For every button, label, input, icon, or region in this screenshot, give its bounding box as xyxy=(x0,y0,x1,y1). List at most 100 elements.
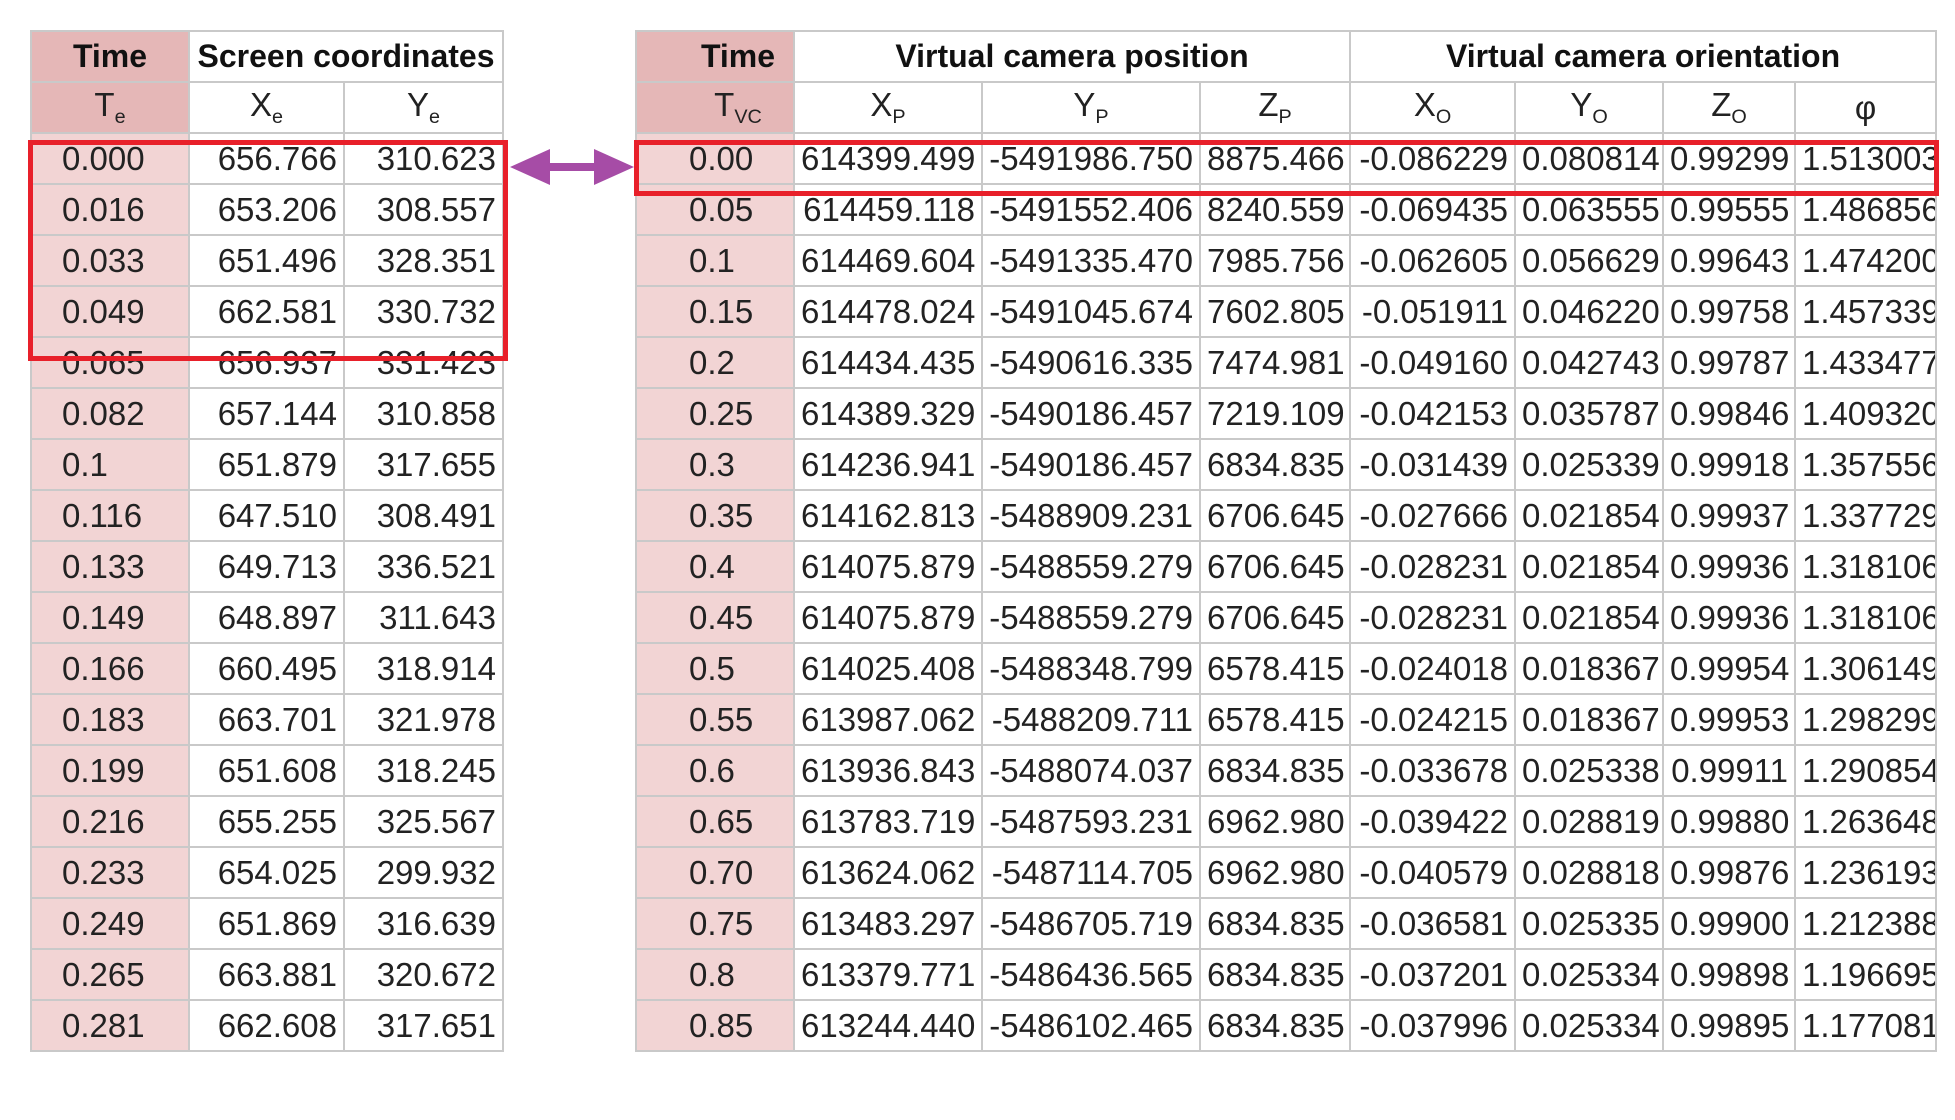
yp-cell: -5488559.279 xyxy=(981,540,1201,593)
yo-cell: 0.035787 xyxy=(1514,387,1665,440)
time-cell: 0.000 xyxy=(30,132,190,185)
yp-cell: -5491335.470 xyxy=(981,234,1201,287)
yo-cell: 0.080814 xyxy=(1514,132,1665,185)
time-cell: 0.1 xyxy=(635,234,795,287)
time-cell: 0.265 xyxy=(30,948,190,1001)
xo-cell: -0.049160 xyxy=(1349,336,1517,389)
yo-cell: 0.056629 xyxy=(1514,234,1665,287)
xp-cell: 614025.408 xyxy=(793,642,983,695)
x-cell: 651.496 xyxy=(188,234,345,287)
xo-cell: -0.062605 xyxy=(1349,234,1517,287)
phi-cell: 1.177081 xyxy=(1794,999,1938,1052)
xp-cell: 613936.843 xyxy=(793,744,983,797)
screen-table-symbol-row: Te Xe Ye xyxy=(30,81,504,134)
time-cell: 0.55 xyxy=(635,693,795,746)
camera-orientation-header: Virtual camera orientation xyxy=(1349,30,1938,83)
xo-cell: -0.042153 xyxy=(1349,387,1517,440)
time-header: Time xyxy=(30,30,190,83)
time-cell: 0.033 xyxy=(30,234,190,287)
yo-cell: 0.042743 xyxy=(1514,336,1665,389)
time-cell: 0.116 xyxy=(30,489,190,542)
time-cell: 0.3 xyxy=(635,438,795,491)
xp-cell: 614075.879 xyxy=(793,540,983,593)
x-symbol: Xe xyxy=(188,81,345,134)
xp-cell: 613379.771 xyxy=(793,948,983,1001)
camera-table-row: 0.3 614236.941 -5490186.457 6834.835 -0.0314… xyxy=(635,438,1938,491)
zo-cell: 0.99936 xyxy=(1662,540,1797,593)
camera-table-row: 0.85 613244.440 -5486102.465 6834.835 -0.037… xyxy=(635,999,1938,1052)
y-cell: 310.858 xyxy=(343,387,504,440)
y-cell: 317.651 xyxy=(343,999,504,1052)
xo-cell: -0.037996 xyxy=(1349,999,1517,1052)
xp-cell: 614469.604 xyxy=(793,234,983,287)
yp-cell: -5488209.711 xyxy=(981,693,1201,746)
y-cell: 321.978 xyxy=(343,693,504,746)
zp-cell: 7474.981 xyxy=(1198,336,1352,389)
x-cell: 648.897 xyxy=(188,591,345,644)
x-cell: 656.766 xyxy=(188,132,345,185)
time-cell: 0.85 xyxy=(635,999,795,1052)
time-cell: 0.45 xyxy=(635,591,795,644)
phi-cell: 1.357556 xyxy=(1794,438,1938,491)
camera-table-row: 0.35 614162.813 -5488909.231 6706.645 -0.027… xyxy=(635,489,1938,542)
xo-cell: -0.024018 xyxy=(1349,642,1517,695)
camera-table-row: 0.05 614459.118 -5491552.406 8240.559 -0.069… xyxy=(635,183,1938,236)
time-cell: 0.199 xyxy=(30,744,190,797)
camera-table-row: 0.15 614478.024 -5491045.674 7602.805 -0.051… xyxy=(635,285,1938,338)
zp-symbol: ZP xyxy=(1198,81,1352,134)
screen-table-row: 0.166 660.495 318.914 xyxy=(30,642,504,695)
camera-table-row: 0.6 613936.843 -5488074.037 6834.835 -0.0336… xyxy=(635,744,1938,797)
camera-position-header: Virtual camera position xyxy=(792,30,1352,83)
zp-cell: 6834.835 xyxy=(1198,999,1352,1052)
phi-cell: 1.306149 xyxy=(1794,642,1938,695)
xp-cell: 614236.941 xyxy=(793,438,983,491)
phi-cell: 1.318106 xyxy=(1794,540,1938,593)
screen-table-row: 0.116 647.510 308.491 xyxy=(30,489,504,542)
x-cell: 662.581 xyxy=(188,285,345,338)
screen-table-row: 0.1 651.879 317.655 xyxy=(30,438,504,491)
time-cell: 0.049 xyxy=(30,285,190,338)
y-cell: 308.557 xyxy=(343,183,504,236)
zo-cell: 0.99918 xyxy=(1662,438,1797,491)
zo-cell: 0.99876 xyxy=(1662,846,1797,899)
phi-cell: 1.196695 xyxy=(1794,948,1938,1001)
screen-table-row: 0.183 663.701 321.978 xyxy=(30,693,504,746)
xp-cell: 613987.062 xyxy=(793,693,983,746)
phi-cell: 1.337729 xyxy=(1794,489,1938,542)
camera-table-row: 0.1 614469.604 -5491335.470 7985.756 -0.0626… xyxy=(635,234,1938,287)
zp-cell: 6578.415 xyxy=(1198,693,1352,746)
phi-symbol: φ xyxy=(1794,81,1938,134)
zp-cell: 6962.980 xyxy=(1198,795,1352,848)
xo-cell: -0.028231 xyxy=(1349,540,1517,593)
yo-cell: 0.018367 xyxy=(1514,642,1665,695)
yo-cell: 0.025338 xyxy=(1514,744,1665,797)
xp-cell: 614162.813 xyxy=(793,489,983,542)
time-cell: 0.65 xyxy=(635,795,795,848)
time-cell: 0.4 xyxy=(635,540,795,593)
y-cell: 330.732 xyxy=(343,285,504,338)
camera-table-row: 0.65 613783.719 -5487593.231 6962.980 -0.039… xyxy=(635,795,1938,848)
camera-table-row: 0.55 613987.062 -5488209.711 6578.415 -0.024… xyxy=(635,693,1938,746)
xo-cell: -0.037201 xyxy=(1349,948,1517,1001)
time-cell: 0.016 xyxy=(30,183,190,236)
y-cell: 316.639 xyxy=(343,897,504,950)
zp-cell: 6834.835 xyxy=(1198,744,1352,797)
screen-table-row: 0.265 663.881 320.672 xyxy=(30,948,504,1001)
screen-table-row: 0.049 662.581 330.732 xyxy=(30,285,504,338)
zo-cell: 0.99900 xyxy=(1662,897,1797,950)
yo-cell: 0.025339 xyxy=(1514,438,1665,491)
zo-cell: 0.99953 xyxy=(1662,693,1797,746)
time-cell: 0.00 xyxy=(635,132,795,185)
yp-cell: -5491045.674 xyxy=(981,285,1201,338)
yo-cell: 0.028818 xyxy=(1514,846,1665,899)
zo-cell: 0.99937 xyxy=(1662,489,1797,542)
phi-cell: 1.290854 xyxy=(1794,744,1938,797)
time-cell: 0.082 xyxy=(30,387,190,440)
time-cell: 0.70 xyxy=(635,846,795,899)
phi-cell: 1.409320 xyxy=(1794,387,1938,440)
time-cell: 0.15 xyxy=(635,285,795,338)
time-cell: 0.183 xyxy=(30,693,190,746)
screen-coordinates-header: Screen coordinates xyxy=(188,30,504,83)
screen-table-body: 0.000 656.766 310.623 0.016 653.206 308.557 0.… xyxy=(30,132,504,1052)
yp-cell: -5488909.231 xyxy=(981,489,1201,542)
